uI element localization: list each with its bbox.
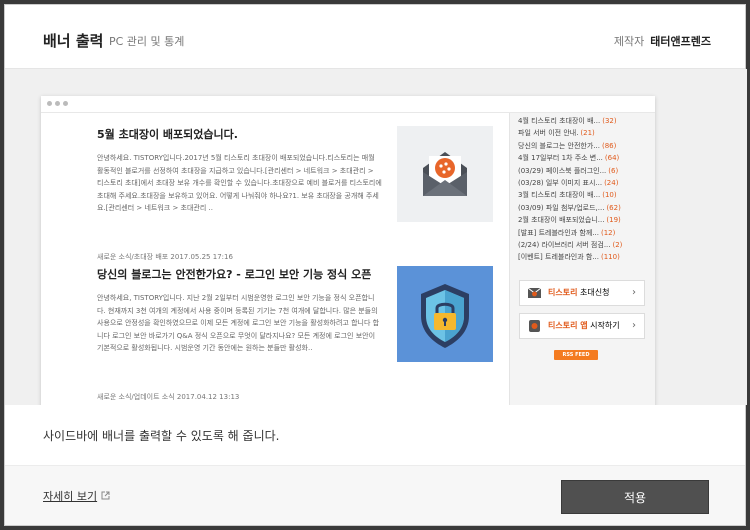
post-excerpt: 안녕하세요, TISTORY입니다. 지난 2월 2일부터 시범운영한 로그인 … (97, 294, 380, 353)
banner-output-dialog: 배너 출력 PC 관리 및 통계 제작자 태터앤프렌즈 5월 초대장이 배포되었습… (4, 4, 747, 526)
post-meta: 새로운 소식/초대장 배포 2017.05.25 17:16 (97, 253, 233, 261)
app-icon (529, 320, 540, 332)
dialog-footer: 자세히 보기 적용 (5, 465, 745, 525)
chevron-right-icon: › (632, 320, 636, 331)
tistory-app-banner: 티스토리 앱 시작하기 › (519, 313, 645, 339)
list-item: (2/24) 라이브러리 서버 점검... (2) (518, 239, 655, 251)
app-brand: 티스토리 앱 (548, 321, 588, 330)
list-item: 4월 티스토리 초대장이 배... (32) (518, 115, 655, 127)
list-item-title: 파일 서버 이전 안내. (518, 129, 579, 138)
window-dot-icon (63, 101, 68, 106)
list-item-title: (03/29) 페이스북 플러그인... (518, 166, 607, 175)
list-item-count: (2) (612, 240, 623, 249)
post-title: 당신의 블로그는 안전한가요? - 로그인 보안 기능 정식 오픈 (97, 268, 372, 281)
maker-info: 제작자 태터앤프렌즈 (614, 33, 711, 49)
blog-post: 당신의 블로그는 안전한가요? - 로그인 보안 기능 정식 오픈 안녕하세요,… (97, 266, 382, 402)
preview-browser-window: 5월 초대장이 배포되었습니다. 안녕하세요. TISTORY입니다.2017년… (41, 96, 655, 405)
list-item: 3월 티스토리 초대장이 배... (10) (518, 189, 655, 201)
list-item: 파일 서버 이전 안내. (21) (518, 127, 655, 139)
list-item-title: (03/28) 일부 이미지 표시... (518, 178, 603, 187)
browser-titlebar (41, 96, 655, 113)
learn-more-label: 자세히 보기 (43, 490, 98, 503)
list-item-title: [이벤트] 트레블라인과 함... (518, 253, 599, 262)
list-item: 4월 17일부터 1차 주소 변... (64) (518, 152, 655, 164)
list-item-count: (19) (606, 216, 621, 225)
dialog-title: 배너 출력 (43, 32, 104, 50)
window-dot-icon (55, 101, 60, 106)
list-item-title: 당신의 블로그는 안전한가... (518, 141, 600, 150)
list-item-count: (6) (608, 166, 619, 175)
list-item-count: (12) (601, 228, 616, 237)
post-title: 5월 초대장이 배포되었습니다. (97, 128, 238, 141)
list-item: 당신의 블로그는 안전한가... (86) (518, 140, 655, 152)
envelope-icon (423, 152, 467, 196)
preview-sidebar: 4월 티스토리 초대장이 배... (32) 파일 서버 이전 안내. (21) 당… (509, 113, 655, 405)
preview-area: 5월 초대장이 배포되었습니다. 안녕하세요. TISTORY입니다.2017년… (5, 69, 747, 405)
shield-lock-icon (421, 284, 469, 348)
plugin-description: 사이드바에 배너를 출력할 수 있도록 해 줍니다. (43, 429, 280, 443)
shield-thumbnail (397, 266, 493, 362)
maker-name: 태터앤프렌즈 (650, 35, 711, 48)
mail-icon (528, 287, 541, 298)
list-item-count: (10) (602, 191, 617, 200)
recent-posts-list: 4월 티스토리 초대장이 배... (32) 파일 서버 이전 안내. (21) 당… (510, 113, 655, 264)
post-meta: 새로운 소식/업데이트 소식 2017.04.12 13:13 (97, 393, 240, 401)
list-item: (03/09) 파일 첨부/업로드,... (62) (518, 202, 655, 214)
list-item-title: 4월 17일부터 1차 주소 변... (518, 154, 603, 163)
list-item: [이벤트] 트레블라인과 함... (110) (518, 251, 655, 263)
tistory-invite-banner: 티스토리 초대신청 › (519, 280, 645, 306)
rss-feed-badge: RSS FEED (554, 350, 598, 360)
list-item-count: (24) (604, 178, 619, 187)
list-item-count: (21) (580, 129, 595, 138)
list-item-count: (32) (602, 117, 617, 125)
apply-button[interactable]: 적용 (561, 480, 709, 514)
window-dot-icon (47, 101, 52, 106)
post-excerpt: 안녕하세요. TISTORY입니다.2017년 5월 티스토리 초대장이 배포되… (97, 154, 382, 213)
list-item-count: (64) (604, 154, 620, 163)
invite-brand: 티스토리 (548, 288, 578, 297)
envelope-thumbnail (397, 126, 493, 222)
list-item-count: (110) (601, 253, 620, 262)
list-item: [발표] 트레블라인과 함께... (12) (518, 227, 655, 239)
list-item-title: (03/09) 파일 첨부/업로드,... (518, 203, 605, 212)
maker-label: 제작자 (613, 35, 645, 48)
dialog-subtitle: PC 관리 및 통계 (109, 35, 185, 48)
list-item-title: 3월 티스토리 초대장이 배... (518, 191, 601, 200)
list-item: 2월 초대장이 배포되었습니... (19) (518, 214, 655, 226)
list-item-title: 2월 초대장이 배포되었습니... (518, 216, 605, 225)
list-item-count: (86) (601, 141, 617, 150)
chevron-right-icon: › (632, 287, 636, 298)
app-label: 시작하기 (587, 321, 620, 330)
list-item-title: (2/24) 라이브러리 서버 점검... (518, 240, 611, 249)
list-item-title: [발표] 트레블라인과 함께... (518, 228, 599, 237)
dialog-header: 배너 출력 PC 관리 및 통계 제작자 태터앤프렌즈 (5, 5, 745, 69)
learn-more-link[interactable]: 자세히 보기 (43, 488, 110, 504)
list-item-title: 4월 티스토리 초대장이 배... (518, 117, 601, 125)
list-item: (03/29) 페이스북 플러그인... (6) (518, 165, 655, 177)
list-item-count: (62) (606, 203, 621, 212)
invite-label: 초대신청 (577, 288, 610, 297)
external-link-icon (101, 491, 110, 500)
blog-post: 5월 초대장이 배포되었습니다. 안녕하세요. TISTORY입니다.2017년… (97, 126, 382, 262)
list-item: (03/28) 일부 이미지 표시... (24) (518, 177, 655, 189)
